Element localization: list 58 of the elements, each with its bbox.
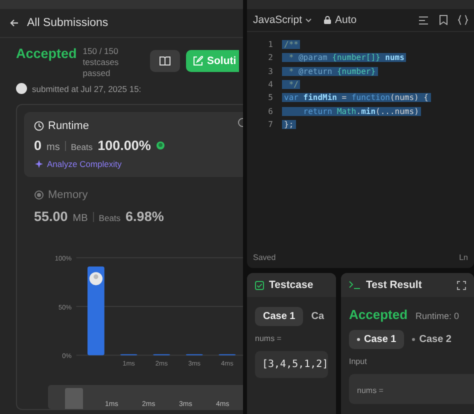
expand-icon[interactable]	[457, 280, 466, 290]
runtime-value: 0	[34, 138, 42, 153]
terminal-icon	[349, 281, 361, 289]
case-tab[interactable]: Case 2	[408, 330, 456, 349]
avatar-icon	[16, 83, 27, 94]
line-number: 3	[267, 66, 274, 76]
braces-icon[interactable]	[458, 15, 468, 25]
chart-bar[interactable]	[88, 266, 104, 356]
save-status: Saved	[253, 253, 276, 262]
line-number: 1	[267, 40, 274, 50]
submitted-label: submitted at Jul 27, 2025 15:	[32, 84, 142, 94]
mode-label: Auto	[335, 14, 357, 26]
status-label: Accepted	[16, 46, 77, 61]
sparkle-icon	[34, 160, 43, 168]
memory-icon	[34, 190, 44, 200]
memory-value: 55.00	[34, 209, 68, 224]
avatar-icon	[89, 272, 102, 286]
memory-title: Memory	[48, 189, 88, 201]
input-label: Input	[349, 357, 368, 366]
checkbox-icon	[255, 280, 264, 290]
case-tab[interactable]: Ca	[307, 307, 328, 326]
edit-icon	[193, 56, 203, 66]
beats-value: 100.00%	[98, 138, 151, 153]
runtime-title: Runtime	[48, 120, 89, 132]
beats-label: Beats	[98, 213, 121, 223]
line-number: 5	[267, 93, 274, 102]
panel-title: Test Result	[366, 279, 422, 291]
panel-title: Testcase	[269, 279, 314, 291]
language-dropdown[interactable]: JavaScript	[253, 14, 312, 26]
result-status: Accepted	[349, 307, 408, 322]
book-button[interactable]	[150, 50, 180, 72]
badge-icon	[156, 141, 165, 150]
lock-icon	[324, 16, 332, 24]
value-field[interactable]: [3,4,5,1,2]	[255, 351, 328, 378]
book-icon	[159, 56, 171, 66]
unit-label: ms	[46, 142, 60, 153]
line-number: 4	[267, 80, 274, 90]
line-number: 7	[267, 120, 274, 129]
input-field[interactable]: nums =	[349, 374, 474, 404]
bookmark-icon[interactable]	[439, 15, 448, 25]
beats-label: Beats	[70, 142, 93, 152]
runtime-label: Runtime: 0	[416, 311, 460, 321]
case-tab[interactable]: Case 1	[255, 307, 304, 326]
line-number: 6	[267, 106, 274, 116]
format-icon[interactable]	[419, 16, 429, 24]
unit-label: MB	[72, 213, 88, 224]
param-label: nums =	[255, 334, 282, 343]
back-arrow-icon[interactable]	[10, 19, 19, 27]
line-number: 2	[267, 53, 274, 62]
range-handle[interactable]	[65, 388, 83, 409]
case-tab[interactable]: Case 1	[349, 330, 404, 349]
testcases-label: 150 / 150 testcases passed	[82, 46, 120, 79]
back-link[interactable]: All Submissions	[27, 17, 108, 29]
chevron-icon	[305, 18, 312, 22]
beats-value: 6.98%	[126, 209, 164, 224]
clock-icon	[34, 121, 44, 131]
analyze-link[interactable]: Analyze Complexity	[47, 159, 122, 169]
cursor-position: Ln	[459, 253, 468, 262]
